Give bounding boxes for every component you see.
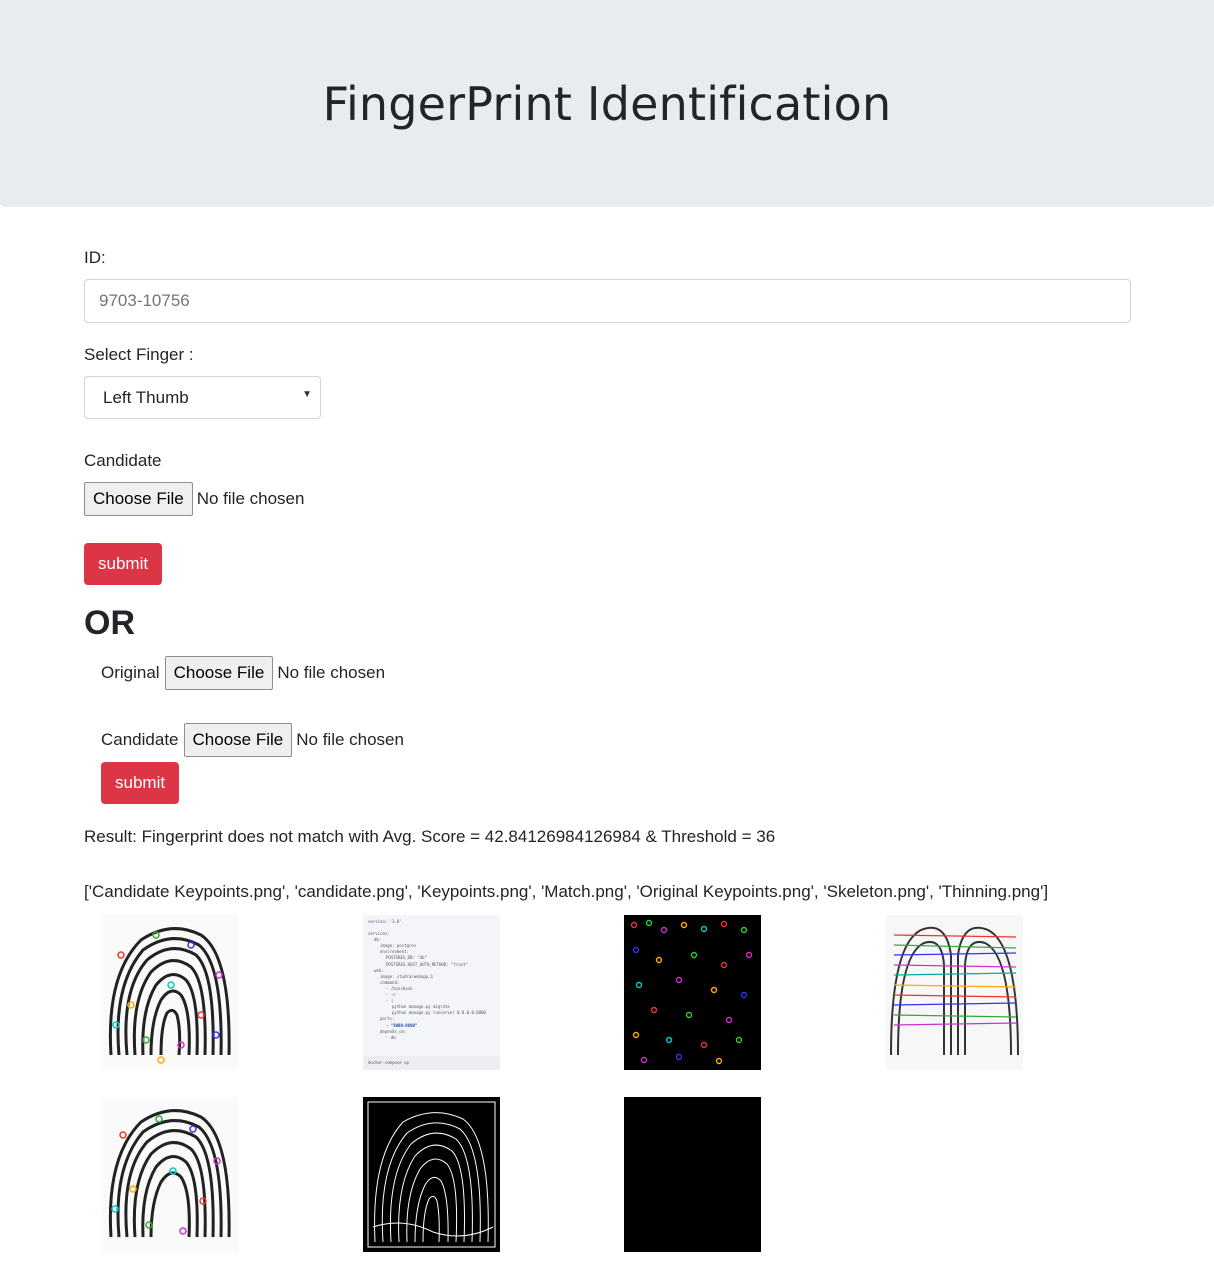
or-submit-button[interactable]: submit bbox=[101, 762, 180, 804]
candidate-image-footer: docker-compose up bbox=[363, 1056, 500, 1070]
finger-select-value: Left Thumb bbox=[103, 387, 189, 407]
or-candidate-file-status: No file chosen bbox=[296, 730, 404, 749]
id-label: ID: bbox=[84, 248, 106, 267]
original-file-row: Original Choose File No file chosen bbox=[101, 656, 385, 690]
candidate-file-status: No file chosen bbox=[196, 489, 305, 508]
or-candidate-file-row: Candidate Choose File No file chosen bbox=[101, 723, 404, 757]
finger-label: Select Finger : bbox=[84, 345, 194, 364]
original-keypoints-image bbox=[101, 1097, 238, 1252]
or-candidate-label: Candidate bbox=[101, 730, 179, 749]
or-heading: OR bbox=[84, 604, 135, 642]
skeleton-image bbox=[363, 1097, 500, 1252]
original-label: Original bbox=[101, 663, 160, 682]
candidate-choose-file-button[interactable]: Choose File bbox=[84, 482, 193, 516]
page-title: FingerPrint Identification bbox=[322, 76, 892, 131]
header-jumbotron: FingerPrint Identification bbox=[0, 0, 1214, 207]
candidate-file-input[interactable]: Choose File No file chosen bbox=[84, 482, 304, 516]
result-text: Result: Fingerprint does not match with … bbox=[84, 827, 776, 846]
match-image bbox=[886, 915, 1023, 1070]
finger-select[interactable]: Left Thumb ▼ bbox=[84, 376, 321, 419]
thinning-image bbox=[624, 1097, 761, 1252]
chevron-down-icon: ▼ bbox=[302, 389, 312, 400]
original-choose-file-button[interactable]: Choose File bbox=[164, 656, 274, 690]
result-files-list: ['Candidate Keypoints.png', 'candidate.p… bbox=[84, 882, 1049, 901]
or-candidate-choose-file-button[interactable]: Choose File bbox=[183, 723, 293, 757]
candidate-keypoints-image bbox=[101, 915, 238, 1070]
keypoints-image bbox=[624, 915, 761, 1070]
id-input[interactable] bbox=[84, 279, 1131, 323]
candidate-image: version: '3.8' services: db: image: post… bbox=[363, 915, 500, 1070]
code-line: - db bbox=[386, 1034, 396, 1040]
original-file-status: No file chosen bbox=[277, 663, 386, 682]
candidate-label: Candidate bbox=[84, 451, 162, 470]
candidate-image-code: version: '3.8' services: db: image: post… bbox=[363, 915, 500, 1045]
submit-button[interactable]: submit bbox=[84, 543, 163, 585]
